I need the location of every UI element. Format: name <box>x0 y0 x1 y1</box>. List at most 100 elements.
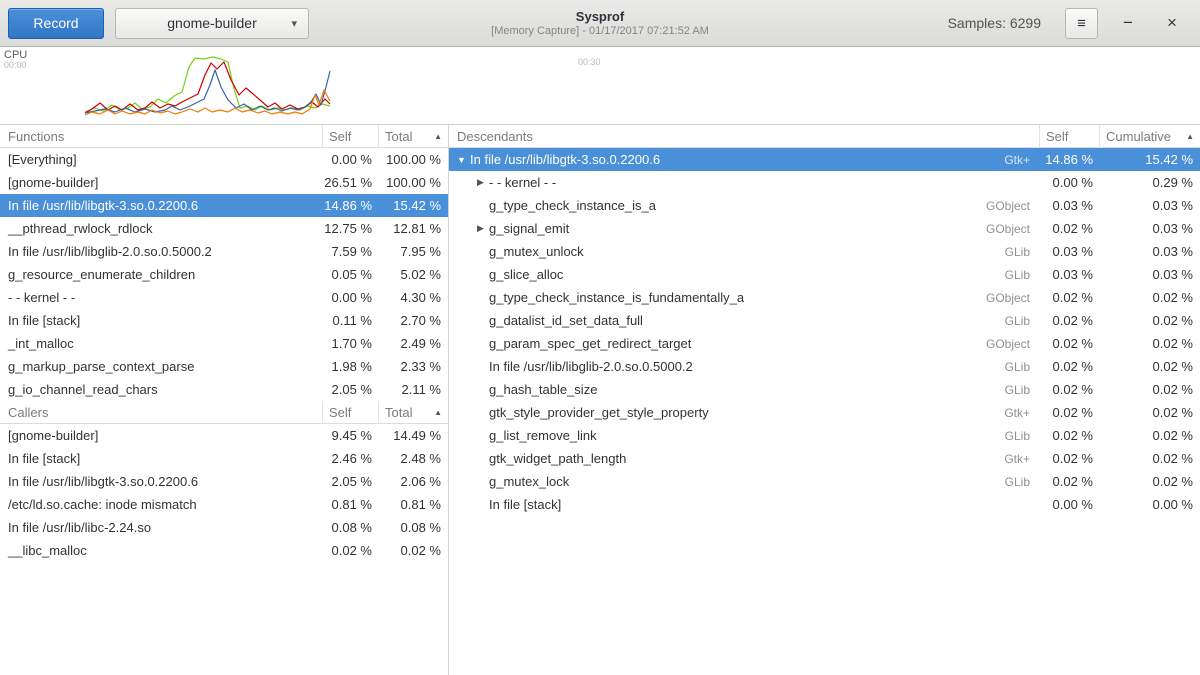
expander-icon[interactable]: ▶ <box>472 177 489 188</box>
library-badge: GLib <box>997 383 1040 397</box>
self-value: 0.08 % <box>323 520 379 535</box>
table-row[interactable]: In file /usr/lib/libgtk-3.so.0.2200.62.0… <box>0 470 448 493</box>
table-row[interactable]: g_mutex_lockGLib0.02 %0.02 % <box>449 470 1200 493</box>
table-row[interactable]: [Everything]0.00 %100.00 % <box>0 148 448 171</box>
tree-cell: ▼In file /usr/lib/libgtk-3.so.0.2200.6Gt… <box>449 152 1040 167</box>
column-header-self[interactable]: Self <box>1040 125 1100 147</box>
process-selector-label: gnome-builder <box>167 15 257 31</box>
table-row[interactable]: In file [stack]0.11 %2.70 % <box>0 309 448 332</box>
cumulative-value: 0.29 % <box>1100 175 1200 190</box>
table-row[interactable]: In file [stack]0.00 %0.00 % <box>449 493 1200 516</box>
function-name: g_io_channel_read_chars <box>0 382 323 397</box>
function-name: __pthread_rwlock_rdlock <box>0 221 323 236</box>
column-header-callers[interactable]: Callers <box>0 401 323 423</box>
self-value: 0.02 % <box>1040 474 1100 489</box>
table-row[interactable]: g_markup_parse_context_parse1.98 %2.33 % <box>0 355 448 378</box>
function-name: - - kernel - - <box>489 175 556 190</box>
table-row[interactable]: g_type_check_instance_is_aGObject0.03 %0… <box>449 194 1200 217</box>
table-row[interactable]: ▼In file /usr/lib/libgtk-3.so.0.2200.6Gt… <box>449 148 1200 171</box>
table-row[interactable]: In file [stack]2.46 %2.48 % <box>0 447 448 470</box>
functions-table-header: Functions Self Total ▲ <box>0 125 448 148</box>
self-value: 9.45 % <box>323 428 379 443</box>
column-header-cumulative[interactable]: Cumulative ▲ <box>1100 125 1200 147</box>
self-value: 0.02 % <box>1040 290 1100 305</box>
right-pane: Descendants Self Cumulative ▲ ▼In file /… <box>449 125 1200 675</box>
table-row[interactable]: /etc/ld.so.cache: inode mismatch0.81 %0.… <box>0 493 448 516</box>
expander-icon[interactable]: ▼ <box>453 155 470 165</box>
self-value: 14.86 % <box>1040 152 1100 167</box>
close-button[interactable]: × <box>1158 8 1186 38</box>
cumulative-value: 0.03 % <box>1100 267 1200 282</box>
total-value: 2.49 % <box>379 336 448 351</box>
tree-cell: g_datalist_id_set_data_fullGLib <box>449 313 1040 328</box>
column-header-descendants[interactable]: Descendants <box>449 125 1040 147</box>
cumulative-value: 0.03 % <box>1100 198 1200 213</box>
table-row[interactable]: In file /usr/lib/libc-2.24.so0.08 %0.08 … <box>0 516 448 539</box>
tree-cell: g_mutex_lockGLib <box>449 474 1040 489</box>
process-selector-dropdown[interactable]: gnome-builder ▾ <box>115 8 309 39</box>
cpu-red-line <box>85 62 330 113</box>
table-row[interactable]: g_param_spec_get_redirect_targetGObject0… <box>449 332 1200 355</box>
table-row[interactable]: g_list_remove_linkGLib0.02 %0.02 % <box>449 424 1200 447</box>
total-value: 5.02 % <box>379 267 448 282</box>
function-name: In file [stack] <box>489 497 561 512</box>
table-row[interactable]: g_resource_enumerate_children0.05 %5.02 … <box>0 263 448 286</box>
cpu-graph[interactable]: CPU 00:00 00:30 <box>0 47 1200 125</box>
column-header-self[interactable]: Self <box>323 401 379 423</box>
table-row[interactable]: g_io_channel_read_chars2.05 %2.11 % <box>0 378 448 401</box>
table-row[interactable]: In file /usr/lib/libglib-2.0.so.0.5000.2… <box>0 240 448 263</box>
self-value: 2.05 % <box>323 474 379 489</box>
table-row[interactable]: g_mutex_unlockGLib0.03 %0.03 % <box>449 240 1200 263</box>
tree-cell: g_type_check_instance_is_aGObject <box>449 198 1040 213</box>
self-value: 0.00 % <box>323 290 379 305</box>
function-name: __libc_malloc <box>0 543 323 558</box>
table-row[interactable]: g_datalist_id_set_data_fullGLib0.02 %0.0… <box>449 309 1200 332</box>
total-value: 2.06 % <box>379 474 448 489</box>
tree-cell: g_param_spec_get_redirect_targetGObject <box>449 336 1040 351</box>
function-name: In file /usr/lib/libgtk-3.so.0.2200.6 <box>0 198 323 213</box>
cumulative-value: 0.02 % <box>1100 405 1200 420</box>
table-row[interactable]: __libc_malloc0.02 %0.02 % <box>0 539 448 562</box>
cumulative-value: 0.03 % <box>1100 221 1200 236</box>
total-value: 7.95 % <box>379 244 448 259</box>
self-value: 0.05 % <box>323 267 379 282</box>
table-row[interactable]: In file /usr/lib/libglib-2.0.so.0.5000.2… <box>449 355 1200 378</box>
self-value: 2.05 % <box>323 382 379 397</box>
table-row[interactable]: ▶- - kernel - -0.00 %0.29 % <box>449 171 1200 194</box>
column-header-total[interactable]: Total ▲ <box>379 401 448 423</box>
column-header-self[interactable]: Self <box>323 125 379 147</box>
table-row[interactable]: g_hash_table_sizeGLib0.02 %0.02 % <box>449 378 1200 401</box>
column-header-total[interactable]: Total ▲ <box>379 125 448 147</box>
function-name: In file /usr/lib/libgtk-3.so.0.2200.6 <box>470 152 660 167</box>
library-badge: GLib <box>997 314 1040 328</box>
function-name: In file [stack] <box>0 313 323 328</box>
table-row[interactable]: gtk_widget_path_lengthGtk+0.02 %0.02 % <box>449 447 1200 470</box>
table-row[interactable]: _int_malloc1.70 %2.49 % <box>0 332 448 355</box>
self-value: 0.02 % <box>1040 382 1100 397</box>
function-name: [gnome-builder] <box>0 175 323 190</box>
hamburger-menu-button[interactable]: ≡ <box>1065 8 1098 39</box>
minimize-button[interactable]: − <box>1114 8 1142 38</box>
function-name: _int_malloc <box>0 336 323 351</box>
left-pane: Functions Self Total ▲ [Everything]0.00 … <box>0 125 449 675</box>
table-row[interactable]: g_slice_allocGLib0.03 %0.03 % <box>449 263 1200 286</box>
table-row[interactable]: - - kernel - -0.00 %4.30 % <box>0 286 448 309</box>
library-badge: GObject <box>978 199 1040 213</box>
table-row[interactable]: [gnome-builder]26.51 %100.00 % <box>0 171 448 194</box>
table-row[interactable]: __pthread_rwlock_rdlock12.75 %12.81 % <box>0 217 448 240</box>
function-name: In file [stack] <box>0 451 323 466</box>
table-row[interactable]: [gnome-builder]9.45 %14.49 % <box>0 424 448 447</box>
function-name: [gnome-builder] <box>0 428 323 443</box>
table-row[interactable]: g_type_check_instance_is_fundamentally_a… <box>449 286 1200 309</box>
column-header-functions[interactable]: Functions <box>0 125 323 147</box>
library-badge: GLib <box>997 245 1040 259</box>
table-row[interactable]: gtk_style_provider_get_style_propertyGtk… <box>449 401 1200 424</box>
record-button[interactable]: Record <box>8 8 104 39</box>
expander-icon[interactable]: ▶ <box>472 223 489 234</box>
function-name: g_resource_enumerate_children <box>0 267 323 282</box>
function-name: g_type_check_instance_is_fundamentally_a <box>489 290 744 305</box>
table-row[interactable]: In file /usr/lib/libgtk-3.so.0.2200.614.… <box>0 194 448 217</box>
table-row[interactable]: ▶g_signal_emitGObject0.02 %0.03 % <box>449 217 1200 240</box>
samples-count: Samples: 6299 <box>948 15 1041 31</box>
column-label: Callers <box>8 405 48 420</box>
